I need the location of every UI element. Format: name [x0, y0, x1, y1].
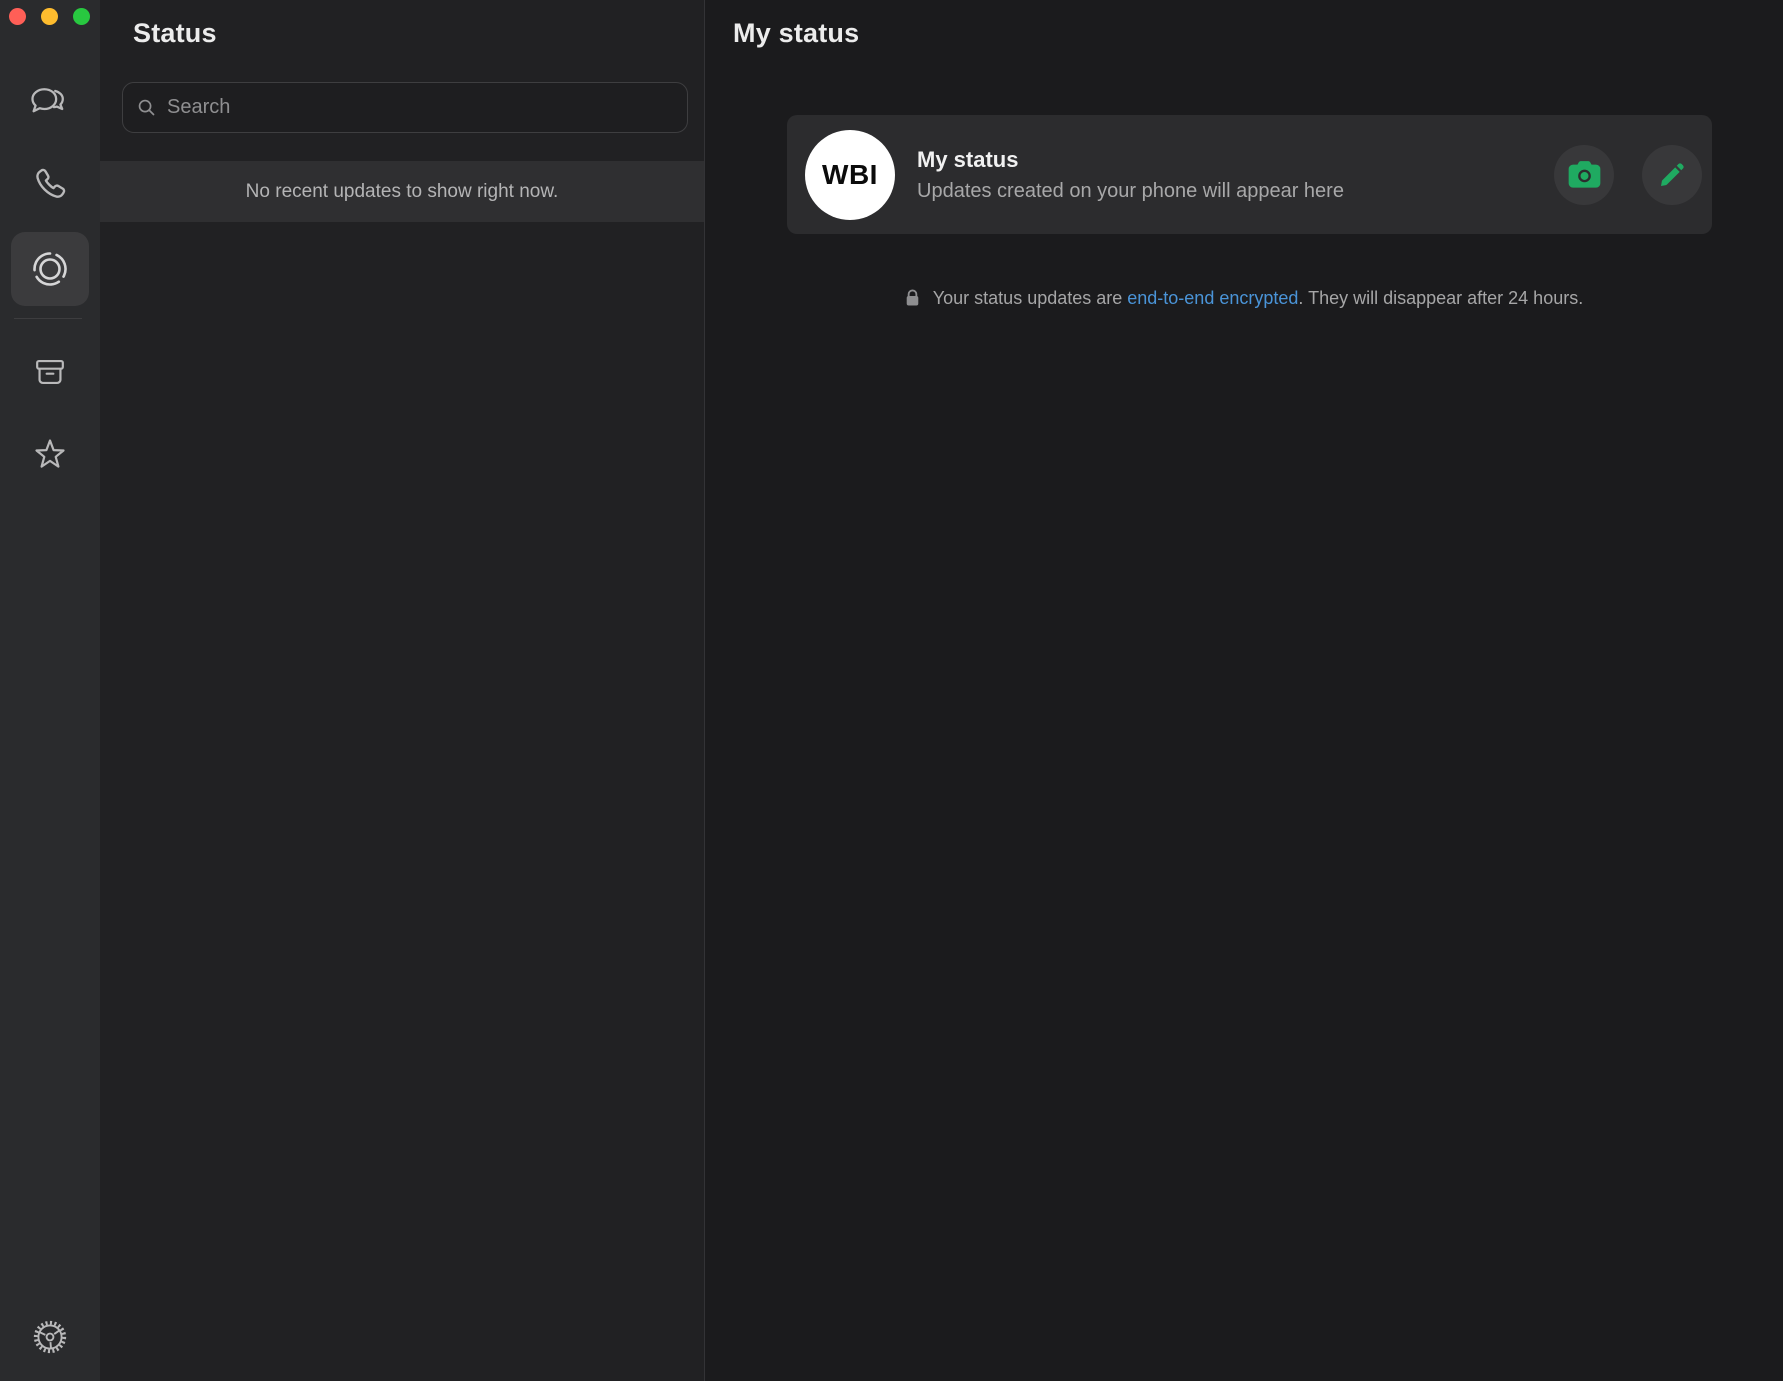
sidebar-item-chats[interactable] [14, 71, 86, 135]
encryption-note-suffix: . They will disappear after 24 hours. [1298, 288, 1583, 308]
new-photo-status-button[interactable] [1554, 145, 1614, 205]
new-text-status-button[interactable] [1642, 145, 1702, 205]
my-status-title: My status [733, 18, 859, 49]
archive-box-icon [31, 353, 69, 391]
sidebar-item-archived[interactable] [14, 340, 86, 404]
encryption-note: Your status updates are end-to-end encry… [705, 288, 1783, 312]
pencil-icon [1657, 160, 1687, 190]
search-input[interactable] [167, 96, 673, 119]
status-panel-title: Status [133, 18, 217, 49]
empty-message: No recent updates to show right now. [246, 181, 559, 203]
sidebar-item-starred[interactable] [14, 423, 86, 487]
encryption-note-prefix: Your status updates are [933, 288, 1127, 308]
search-icon [137, 98, 156, 117]
app-window: Status No recent updates to show right n… [0, 0, 1783, 1381]
chat-bubbles-icon [29, 85, 71, 121]
my-status-card[interactable]: WBI My status Updates created on your ph… [787, 115, 1712, 234]
window-controls [9, 8, 90, 25]
close-window-button[interactable] [9, 8, 26, 25]
status-list-panel: Status No recent updates to show right n… [100, 0, 704, 1381]
status-actions [1554, 145, 1702, 205]
search-box[interactable] [122, 82, 688, 133]
sidebar-item-calls[interactable] [14, 153, 86, 217]
my-status-card-text: My status Updates created on your phone … [917, 147, 1344, 203]
avatar: WBI [805, 130, 895, 220]
lock-icon [905, 291, 925, 311]
my-status-card-title: My status [917, 147, 1344, 173]
sidebar-item-settings[interactable] [14, 1305, 86, 1369]
my-status-card-subtitle: Updates created on your phone will appea… [917, 180, 1344, 203]
no-recent-updates-row: No recent updates to show right now. [100, 161, 704, 222]
my-status-panel: My status WBI My status Updates created … [704, 0, 1783, 1381]
zoom-window-button[interactable] [73, 8, 90, 25]
star-icon [30, 435, 70, 475]
gear-icon [31, 1318, 69, 1356]
avatar-monogram: WBI [822, 159, 878, 191]
minimize-window-button[interactable] [41, 8, 58, 25]
phone-icon [31, 166, 69, 204]
status-ring-icon [30, 249, 70, 289]
rail-divider [14, 318, 82, 319]
end-to-end-encrypted-link[interactable]: end-to-end encrypted [1127, 288, 1298, 308]
camera-icon [1568, 160, 1601, 189]
nav-rail [0, 0, 100, 1381]
sidebar-item-status[interactable] [11, 232, 89, 306]
